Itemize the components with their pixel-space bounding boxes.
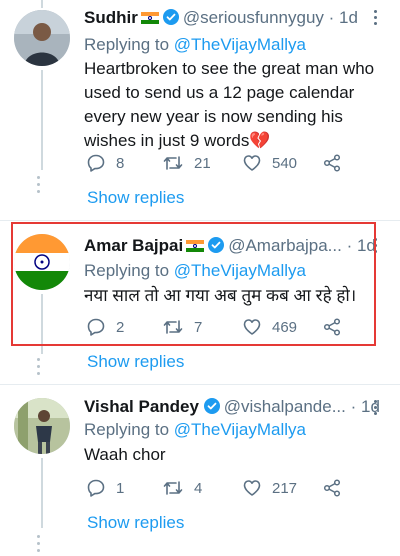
show-replies-link[interactable]: Show replies xyxy=(87,350,184,374)
share-icon xyxy=(323,154,341,172)
avatar-photo-icon xyxy=(14,10,70,66)
retweet-button[interactable]: 21 xyxy=(162,151,211,175)
tweet-1[interactable]: Sudhir @seriousfunnyguy · 1d Replying to … xyxy=(0,0,400,222)
replying-to-handle[interactable]: @TheVijayMallya xyxy=(174,35,306,54)
avatar[interactable] xyxy=(14,398,70,454)
share-icon xyxy=(323,479,341,497)
retweet-count: 4 xyxy=(194,479,203,497)
tweet-header: Sudhir @seriousfunnyguy · 1d xyxy=(84,5,358,31)
avatar-photo-icon xyxy=(14,398,70,454)
retweet-icon xyxy=(163,156,183,170)
heart-icon xyxy=(243,155,261,171)
share-button[interactable] xyxy=(322,151,342,175)
tweet-text: Heartbroken to see the great man who use… xyxy=(84,59,375,150)
retweet-icon xyxy=(163,481,183,495)
reply-icon xyxy=(87,154,105,172)
tweet-actions: 8 21 540 xyxy=(84,151,354,175)
show-replies-link[interactable]: Show replies xyxy=(87,511,184,535)
reply-button[interactable]: 1 xyxy=(86,476,124,500)
divider xyxy=(0,220,400,221)
author-handle[interactable]: @seriousfunnyguy xyxy=(183,8,324,27)
tweet-3[interactable]: Vishal Pandey @vishalpande... · 1d Reply… xyxy=(0,385,400,555)
india-flag-icon xyxy=(140,12,159,24)
thread-dots xyxy=(37,172,40,197)
thread-line xyxy=(41,458,43,528)
author-handle[interactable]: @vishalpande... xyxy=(224,397,346,416)
thread-line xyxy=(41,70,43,170)
replying-to-prefix: Replying to xyxy=(84,420,174,439)
author-name[interactable]: Sudhir xyxy=(84,8,138,27)
like-button[interactable]: 540 xyxy=(242,151,297,175)
replying-to: Replying to @TheVijayMallya xyxy=(84,33,306,57)
like-button[interactable]: 217 xyxy=(242,476,297,500)
verified-badge-icon xyxy=(162,9,179,25)
reply-count: 1 xyxy=(116,479,125,497)
retweet-button[interactable]: 4 xyxy=(162,476,202,500)
tweet-text: Waah chor xyxy=(84,445,166,464)
replying-to-handle[interactable]: @TheVijayMallya xyxy=(174,420,306,439)
reply-icon xyxy=(87,479,105,497)
like-count: 217 xyxy=(272,479,298,497)
author-name[interactable]: Vishal Pandey xyxy=(84,397,199,416)
thread-line xyxy=(41,0,43,8)
reply-count: 8 xyxy=(116,154,125,172)
tweet-time: · 1d xyxy=(328,8,358,27)
like-count: 540 xyxy=(272,154,298,172)
more-options-icon[interactable] xyxy=(374,400,378,418)
tweet-header: Vishal Pandey @vishalpande... · 1d xyxy=(84,394,380,420)
share-button[interactable] xyxy=(322,476,342,500)
replying-to-prefix: Replying to xyxy=(84,35,174,54)
highlight-box xyxy=(11,222,376,346)
thread-dots xyxy=(37,354,40,379)
show-replies-link[interactable]: Show replies xyxy=(87,186,184,210)
heart-icon xyxy=(243,480,261,496)
verified-badge-icon xyxy=(203,398,220,414)
avatar[interactable] xyxy=(14,10,70,66)
tweet-actions: 1 4 217 xyxy=(84,476,354,500)
more-options-icon[interactable] xyxy=(374,10,378,28)
replying-to: Replying to @TheVijayMallya xyxy=(84,418,306,442)
reply-button[interactable]: 8 xyxy=(86,151,124,175)
retweet-count: 21 xyxy=(194,154,211,172)
thread-dots xyxy=(37,531,40,556)
